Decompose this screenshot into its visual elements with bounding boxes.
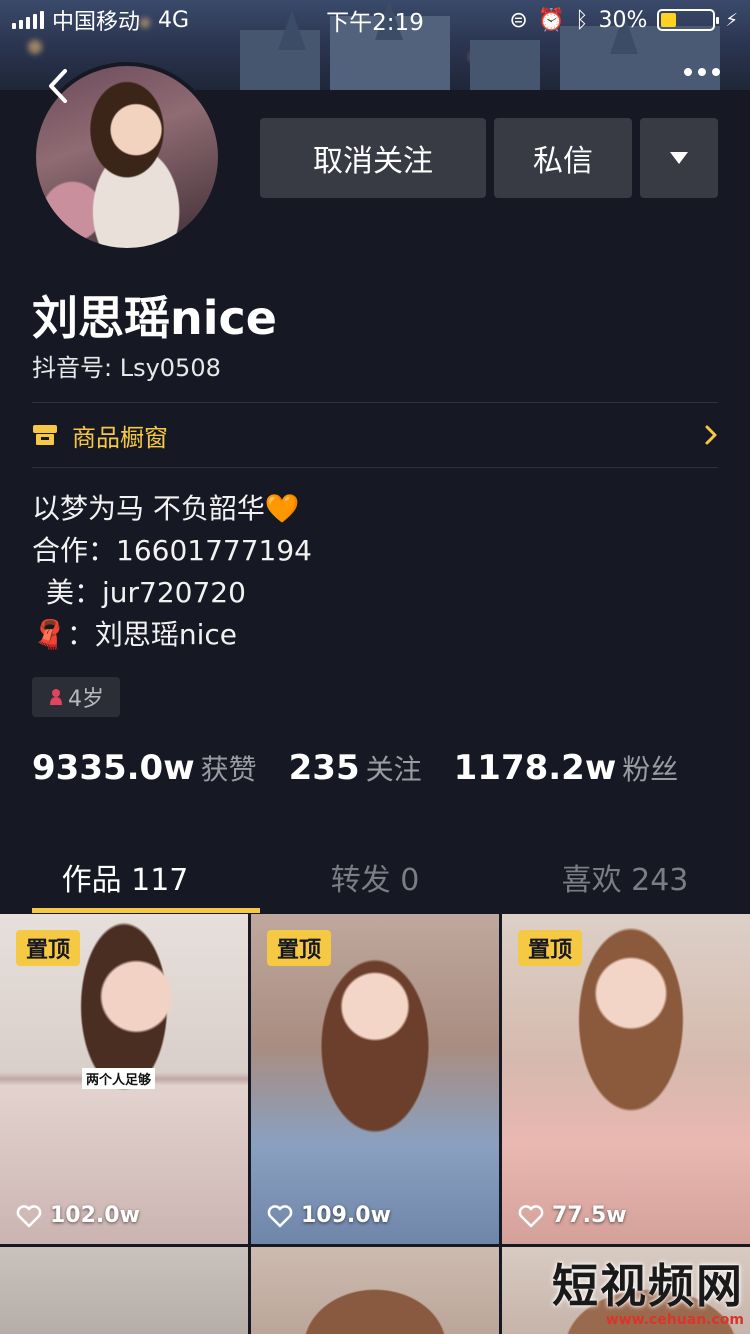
bio-line: 🧣 ：刘思瑶nice xyxy=(32,614,312,656)
bio-line-text: 以梦为马 不负韶华🧡 xyxy=(32,492,300,525)
tab-reposts[interactable]: 转发 0 xyxy=(250,840,500,914)
battery-percent: 30% xyxy=(598,7,648,33)
message-button[interactable]: 私信 xyxy=(494,118,632,198)
douyin-id: 抖音号: Lsy0508 xyxy=(32,354,221,382)
bio-line: 美：jur720720 xyxy=(32,572,312,614)
pinned-badge: 置顶 xyxy=(16,930,81,966)
caret-down-icon xyxy=(670,152,688,164)
chevron-left-icon xyxy=(49,69,67,103)
video-thumbnail[interactable] xyxy=(0,1247,248,1334)
expand-button[interactable] xyxy=(640,118,718,198)
shop-window-label: 商品橱窗 xyxy=(72,423,168,452)
content-tabs: 作品 117 转发 0 喜欢 243 xyxy=(0,840,750,914)
bio-line: 以梦为马 不负韶华🧡 xyxy=(32,488,312,530)
stat-label: 粉丝 xyxy=(622,753,679,786)
stat-value: 9335.0w xyxy=(32,748,195,788)
like-count: 77.5w xyxy=(518,1203,627,1228)
female-icon xyxy=(50,689,62,705)
video-thumbnail[interactable] xyxy=(251,1247,499,1334)
active-tab-indicator xyxy=(32,908,260,913)
charging-icon: ⚡ xyxy=(725,9,738,31)
dot-icon xyxy=(684,68,692,76)
tab-likes[interactable]: 喜欢 243 xyxy=(500,840,750,914)
chevron-right-icon xyxy=(705,425,717,445)
site-watermark: 短视频网 www.cehuan.com xyxy=(552,1250,744,1328)
age-tag: 4岁 xyxy=(32,677,120,717)
rotation-lock-icon: ⊜ xyxy=(509,7,528,33)
more-options-button[interactable] xyxy=(684,68,720,76)
like-count: 102.0w xyxy=(16,1203,140,1228)
video-thumbnail[interactable]: 置顶 77.5w xyxy=(502,914,750,1244)
pinned-badge: 置顶 xyxy=(267,930,332,966)
bio-line-prefix: 🧣 xyxy=(32,618,67,651)
heart-icon xyxy=(518,1204,544,1227)
bio-line: 合作：16601777194 xyxy=(32,530,312,572)
like-count: 109.0w xyxy=(267,1203,391,1228)
like-count-value: 77.5w xyxy=(552,1203,627,1228)
shop-window-link[interactable]: 商品橱窗 xyxy=(32,403,718,467)
video-caption: 两个人足够 xyxy=(82,1068,156,1089)
alarm-icon: ⏰ xyxy=(537,7,566,33)
carrier-label: 中国移动 xyxy=(52,10,141,35)
signal-icon xyxy=(12,11,44,29)
age-label: 4岁 xyxy=(68,687,104,712)
nickname: 刘思瑶nice xyxy=(32,291,277,345)
bio: 以梦为马 不负韶华🧡 合作：16601777194 美：jur720720 🧣：… xyxy=(32,488,312,656)
following-stat[interactable]: 235 关注 xyxy=(289,748,422,788)
divider xyxy=(32,467,718,468)
stat-label: 获赞 xyxy=(200,753,257,786)
pinned-badge: 置顶 xyxy=(518,930,583,966)
tab-works[interactable]: 作品 117 xyxy=(0,840,250,914)
bio-line-text: ：刘思瑶nice xyxy=(66,618,238,651)
status-bar: 中国移动 4G 下午2:19 ⊜ ⏰ ᛒ 30% ⚡ xyxy=(0,0,750,40)
heart-icon xyxy=(267,1204,293,1227)
bio-line-text: 合作：16601777194 xyxy=(32,534,312,567)
unfollow-button[interactable]: 取消关注 xyxy=(260,118,486,198)
battery-icon xyxy=(657,9,720,31)
dot-icon xyxy=(698,68,706,76)
video-thumbnail[interactable]: 两个人足够 置顶 102.0w xyxy=(0,914,248,1244)
heart-icon xyxy=(16,1204,42,1227)
like-count-value: 109.0w xyxy=(301,1203,391,1228)
like-count-value: 102.0w xyxy=(50,1203,140,1228)
stat-value: 235 xyxy=(288,748,360,788)
back-button[interactable] xyxy=(30,58,86,114)
shop-icon xyxy=(33,425,57,445)
bio-line-text: 美：jur720720 xyxy=(46,576,246,609)
likes-stat[interactable]: 9335.0w 获赞 xyxy=(32,748,257,788)
video-thumbnail[interactable]: 置顶 109.0w xyxy=(251,914,499,1244)
watermark-title: 短视频网 xyxy=(552,1259,744,1313)
network-label: 4G xyxy=(158,7,190,33)
dot-icon xyxy=(712,68,720,76)
stat-label: 关注 xyxy=(365,753,422,786)
stat-value: 1178.2w xyxy=(453,748,617,788)
stats-row: 9335.0w 获赞 235 关注 1178.2w 粉丝 xyxy=(32,748,678,788)
bluetooth-icon: ᛒ xyxy=(575,7,589,33)
followers-stat[interactable]: 1178.2w 粉丝 xyxy=(454,748,679,788)
